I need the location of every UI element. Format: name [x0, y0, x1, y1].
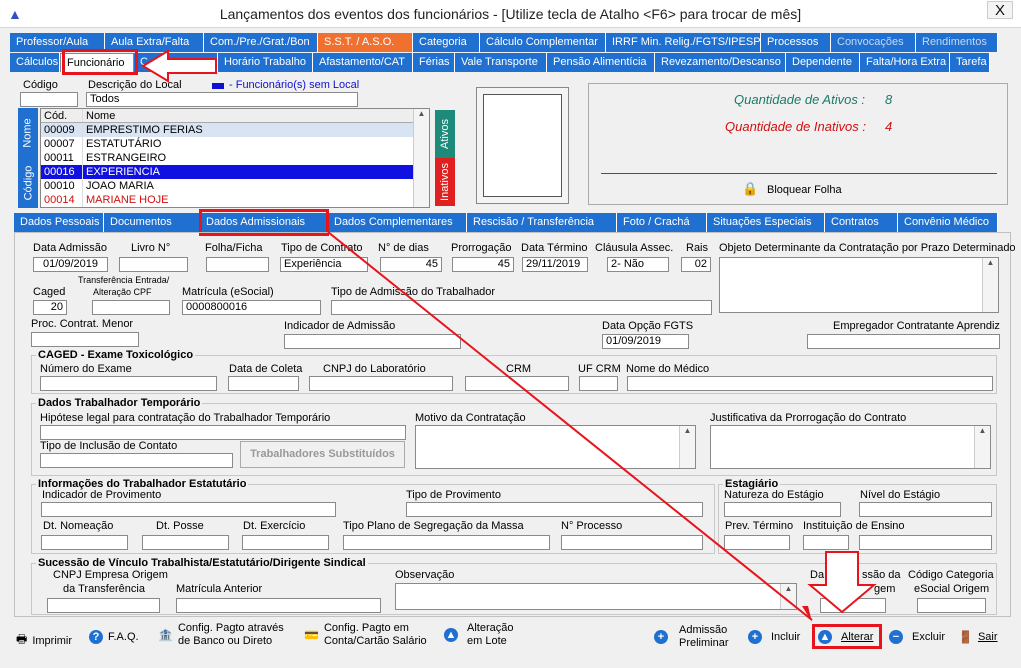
connector-line	[327, 231, 813, 621]
down-arrow-annotation	[807, 551, 877, 614]
annotation-overlay	[327, 231, 877, 622]
